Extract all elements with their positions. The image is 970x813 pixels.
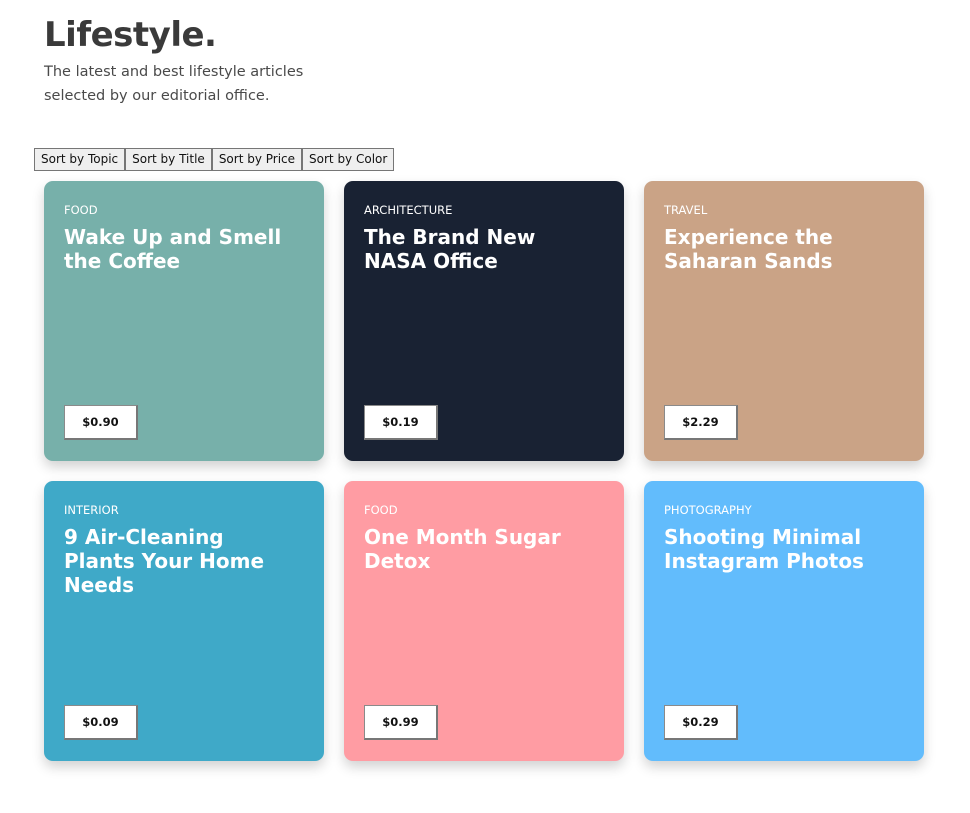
article-card[interactable]: Interior 9 Air-Cleaning Plants Your Home…: [44, 481, 324, 761]
card-title: Shooting Minimal Instagram Photos: [664, 525, 864, 573]
card-title: The Brand New NASA Office: [364, 225, 536, 273]
page-header: Lifestyle. The latest and best lifestyle…: [44, 14, 384, 108]
article-card[interactable]: Photography Shooting Minimal Instagram P…: [644, 481, 924, 761]
sort-toolbar: Sort by Topic Sort by Title Sort by Pric…: [34, 148, 395, 171]
article-grid: Food Wake Up and Smell the Coffee $0.90 …: [44, 181, 924, 761]
sort-by-topic-button[interactable]: Sort by Topic: [34, 148, 126, 171]
price-button[interactable]: $0.09: [64, 705, 138, 740]
article-card[interactable]: Travel Experience the Saharan Sands $2.2…: [644, 181, 924, 461]
page-title: Lifestyle.: [44, 15, 217, 55]
page-subtitle: The latest and best lifestyle articles s…: [44, 64, 304, 104]
card-topic: Architecture: [364, 203, 453, 217]
article-card[interactable]: Food Wake Up and Smell the Coffee $0.90: [44, 181, 324, 461]
article-card[interactable]: Food One Month Sugar Detox $0.99: [344, 481, 624, 761]
article-card[interactable]: Architecture The Brand New NASA Office $…: [344, 181, 624, 461]
price-button[interactable]: $0.99: [364, 705, 438, 740]
card-title: 9 Air-Cleaning Plants Your Home Needs: [64, 525, 265, 597]
card-topic: Photography: [664, 503, 752, 517]
price-button[interactable]: $0.29: [664, 705, 738, 740]
price-button[interactable]: $0.90: [64, 405, 138, 440]
card-topic: Food: [364, 503, 398, 517]
card-title: Experience the Saharan Sands: [664, 225, 833, 273]
card-topic: Interior: [64, 503, 119, 517]
sort-by-price-button[interactable]: Sort by Price: [211, 148, 303, 171]
price-button[interactable]: $2.29: [664, 405, 738, 440]
sort-by-title-button[interactable]: Sort by Title: [125, 148, 212, 171]
card-topic: Food: [64, 203, 98, 217]
price-button[interactable]: $0.19: [364, 405, 438, 440]
card-topic: Travel: [664, 203, 708, 217]
card-title: One Month Sugar Detox: [364, 525, 561, 573]
card-title: Wake Up and Smell the Coffee: [64, 225, 282, 273]
sort-by-color-button[interactable]: Sort by Color: [302, 148, 395, 171]
